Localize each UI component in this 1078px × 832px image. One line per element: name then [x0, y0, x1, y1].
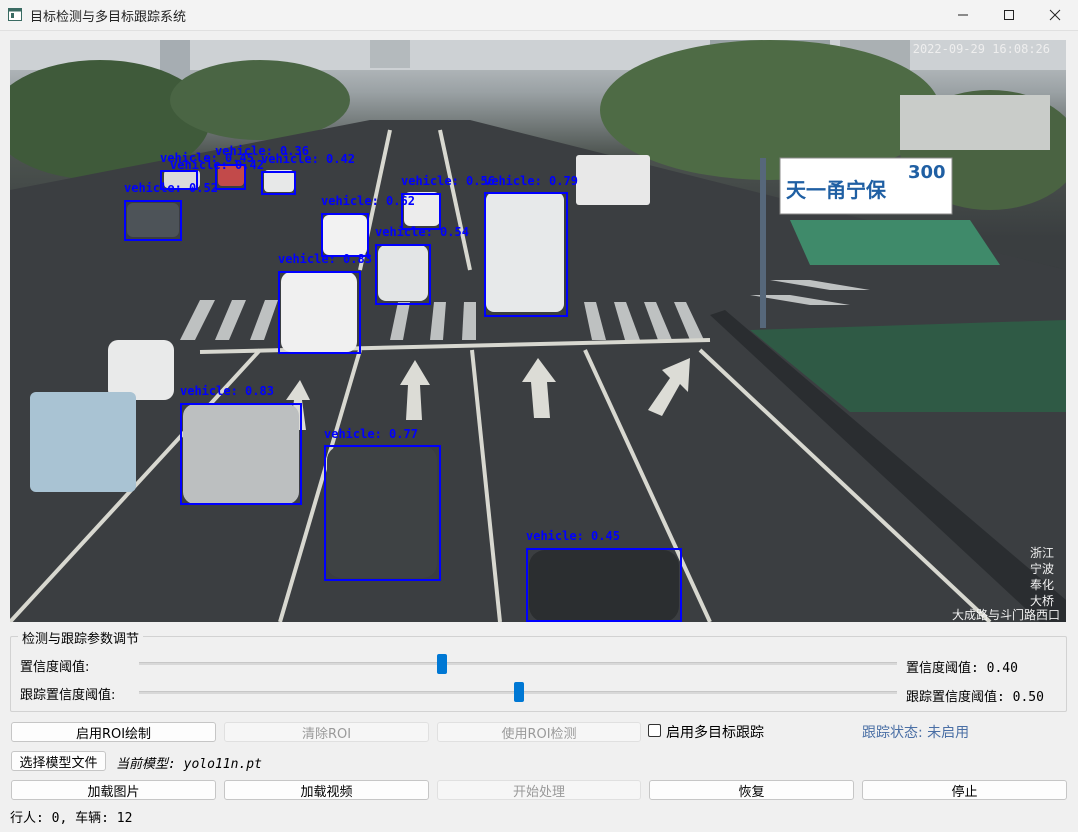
detection-label: vehicle: 0.42 — [170, 158, 264, 172]
tracking-checkbox[interactable] — [648, 724, 661, 737]
tracking-confidence-slider-handle[interactable] — [514, 682, 524, 702]
title-bar[interactable]: 目标检测与多目标跟踪系统 — [0, 0, 1078, 31]
detection-box — [278, 271, 361, 354]
tracking-confidence-value: 跟踪置信度阈值: 0.50 — [906, 690, 1044, 705]
detection-box — [484, 192, 568, 317]
billboard-number: 300 — [908, 162, 946, 183]
use-roi-button[interactable]: 使用ROI检测 — [437, 722, 641, 742]
detection-label: vehicle: 0.54 — [375, 225, 469, 239]
close-icon — [1049, 9, 1061, 21]
confidence-slider-handle[interactable] — [437, 654, 447, 674]
detection-label: vehicle: 0.83 — [180, 384, 274, 398]
confidence-label: 置信度阈值: — [20, 660, 90, 675]
minimize-icon — [958, 14, 968, 16]
enable-roi-button[interactable]: 启用ROI绘制 — [11, 722, 216, 742]
select-model-button[interactable]: 选择模型文件 — [11, 751, 106, 771]
location-line: 奉化 — [1029, 578, 1054, 592]
minimize-button[interactable] — [940, 0, 986, 30]
detection-box — [261, 171, 296, 195]
location-line: 浙江 — [1029, 546, 1054, 560]
detection-label: vehicle: 0.77 — [324, 427, 418, 441]
detection-box — [324, 445, 441, 581]
confidence-slider[interactable] — [139, 662, 897, 665]
detection-box — [124, 200, 182, 241]
billboard-text: 天一甬宁保 — [786, 178, 886, 202]
close-button[interactable] — [1032, 0, 1078, 30]
detection-box — [321, 213, 369, 257]
detection-label: vehicle: 0.56 — [401, 174, 495, 188]
current-model-label: 当前模型: yolo11n.pt — [116, 757, 262, 772]
confidence-value: 置信度阈值: 0.40 — [906, 661, 1018, 676]
detection-label: vehicle: 0.45 — [526, 529, 620, 543]
location-line: 大成路与斗门路西口 — [951, 608, 1060, 622]
maximize-icon — [1004, 10, 1014, 20]
detection-box — [180, 403, 302, 505]
maximize-button[interactable] — [986, 0, 1032, 30]
tracking-confidence-label: 跟踪置信度阈值: — [20, 688, 116, 703]
status-counts: 行人: 0, 车辆: 12 — [10, 811, 133, 826]
resume-button[interactable]: 恢复 — [649, 780, 854, 800]
video-timestamp: 2022-09-29 16:08:26 — [912, 42, 1050, 56]
video-display: 2022-09-29 16:08:26 浙江 宁波 奉化 大桥 大成路与斗门路西… — [10, 40, 1066, 622]
start-processing-button[interactable]: 开始处理 — [437, 780, 641, 800]
tracking-status: 跟踪状态: 未启用 — [862, 725, 970, 741]
clear-roi-button[interactable]: 清除ROI — [224, 722, 429, 742]
tracking-checkbox-label[interactable]: 启用多目标跟踪 — [666, 722, 764, 742]
window-title: 目标检测与多目标跟踪系统 — [30, 10, 187, 25]
location-line: 宁波 — [1029, 562, 1054, 576]
detection-box — [526, 548, 682, 622]
detection-label: vehicle: 0.79 — [484, 174, 578, 188]
detection-label: vehicle: 0.42 — [261, 152, 355, 166]
load-video-button[interactable]: 加载视频 — [224, 780, 429, 800]
load-image-button[interactable]: 加载图片 — [11, 780, 216, 800]
detection-label: vehicle: 0.83 — [278, 252, 372, 266]
app-window-icon — [8, 8, 22, 21]
detection-label: vehicle: 0.52 — [124, 181, 218, 195]
stop-button[interactable]: 停止 — [862, 780, 1067, 800]
detection-box — [375, 244, 431, 305]
param-group-title: 检测与跟踪参数调节 — [18, 628, 144, 647]
